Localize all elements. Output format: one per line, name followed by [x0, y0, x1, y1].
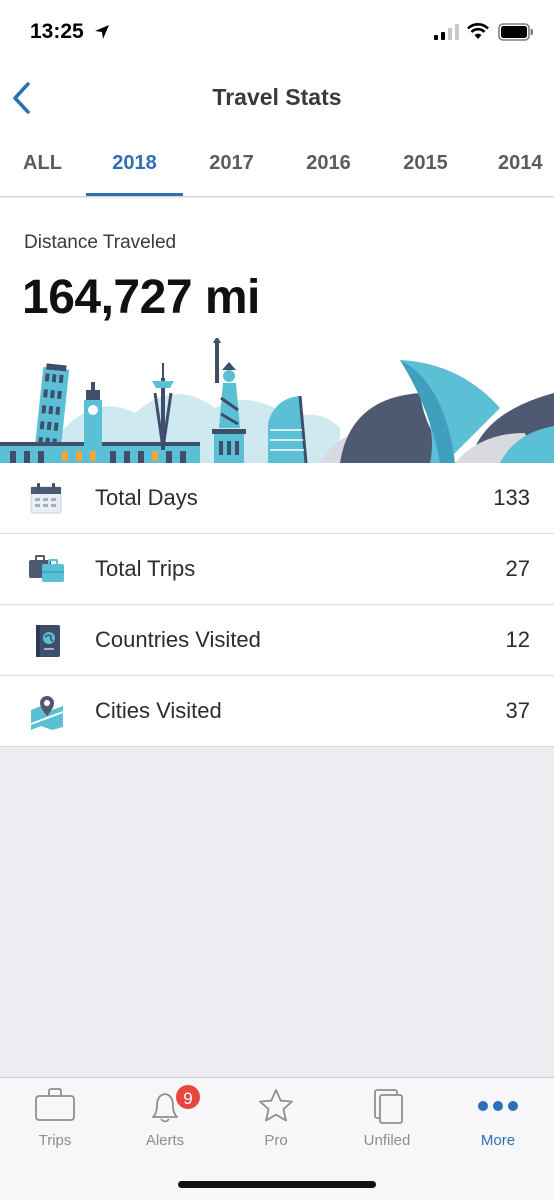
passport-icon: [36, 625, 60, 657]
tab-unfiled[interactable]: Unfiled: [332, 1078, 442, 1158]
tab-more[interactable]: More: [443, 1078, 553, 1158]
tab-alerts[interactable]: 9 Alerts: [110, 1078, 220, 1158]
stats-list: Total Days 133 Total Trips 27 Countries …: [0, 463, 554, 747]
bottom-tab-bar: Trips 9 Alerts Pro Unfiled More: [0, 1077, 554, 1200]
suitcase-icon: [29, 555, 64, 582]
navigation-bar: Travel Stats: [0, 66, 554, 130]
tab-label: Unfiled: [363, 1132, 411, 1149]
stat-label: Total Days: [95, 485, 198, 510]
cellular-signal-icon: [434, 24, 459, 40]
stat-label: Countries Visited: [95, 627, 261, 652]
stat-row-total-trips[interactable]: Total Trips 27: [0, 534, 554, 605]
calendar-icon: [30, 483, 62, 514]
more-dots-icon: [478, 1101, 518, 1111]
stat-value: 133: [493, 485, 530, 510]
status-bar: 13:25: [0, 0, 554, 66]
tab-trips[interactable]: Trips: [0, 1078, 110, 1158]
stat-value: 37: [505, 698, 530, 723]
alerts-badge: 9: [174, 1083, 202, 1111]
stat-value: 27: [505, 556, 530, 581]
landmarks-skyline-illustration: [0, 338, 554, 463]
tab-label: Trips: [38, 1132, 72, 1149]
tab-2018[interactable]: 2018: [86, 130, 183, 196]
tab-label: Alerts: [145, 1132, 185, 1149]
tab-2015[interactable]: 2015: [377, 130, 474, 196]
wifi-icon: [467, 23, 489, 39]
stat-row-countries-visited[interactable]: Countries Visited 12: [0, 605, 554, 676]
page-title: Travel Stats: [212, 84, 342, 110]
stat-row-cities-visited[interactable]: Cities Visited 37: [0, 676, 554, 747]
distance-card: Distance Traveled 164,727 mi: [0, 198, 554, 463]
documents-icon: [374, 1089, 403, 1124]
briefcase-icon: [35, 1088, 75, 1121]
stat-value: 12: [505, 627, 530, 652]
stat-row-total-days[interactable]: Total Days 133: [0, 463, 554, 534]
location-arrow-icon: [95, 25, 109, 39]
home-indicator[interactable]: [178, 1181, 376, 1188]
stat-label: Cities Visited: [95, 698, 222, 723]
tab-pro[interactable]: Pro: [221, 1078, 331, 1158]
tab-2017[interactable]: 2017: [183, 130, 280, 196]
battery-icon: [498, 23, 533, 41]
tab-all[interactable]: ALL: [0, 130, 91, 196]
star-icon: [259, 1089, 293, 1122]
tab-label: More: [480, 1132, 516, 1149]
tab-label: Pro: [264, 1132, 288, 1149]
stat-label: Total Trips: [95, 556, 196, 581]
status-time: 13:25: [30, 20, 84, 43]
map-pin-icon: [30, 696, 64, 730]
tab-2016[interactable]: 2016: [280, 130, 377, 196]
year-tabs: ALL 2018 2017 2016 2015 2014: [0, 130, 554, 197]
distance-label: Distance Traveled: [24, 232, 177, 253]
distance-value: 164,727 mi: [22, 271, 260, 324]
tab-2014[interactable]: 2014: [474, 130, 554, 196]
